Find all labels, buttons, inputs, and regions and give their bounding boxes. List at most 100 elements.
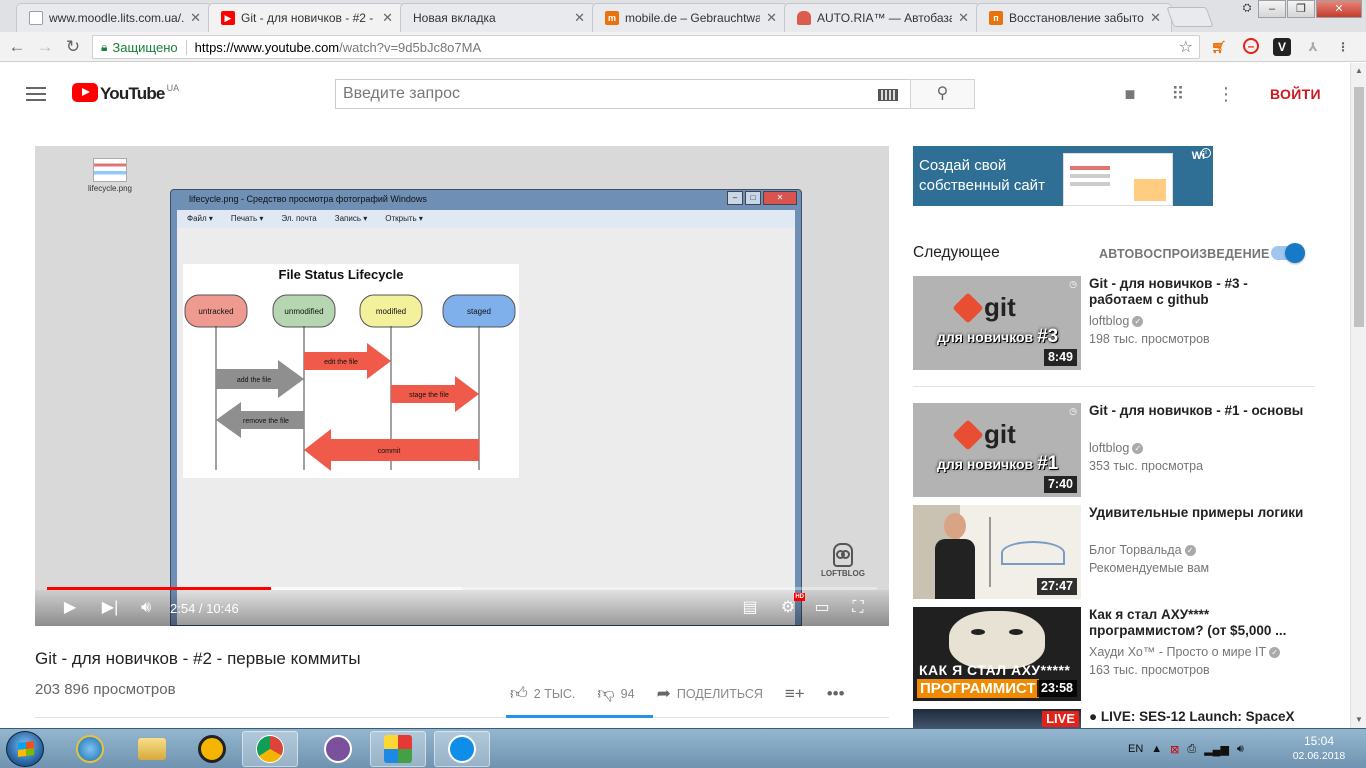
sidebar-ad[interactable]: Создай свой собственный сайт Wi i [913, 146, 1213, 206]
youtube-logo[interactable]: YouTube UA [72, 83, 179, 104]
tab-mobile-de[interactable]: m mobile.de – Gebrauchtwa ✕ [592, 3, 788, 32]
video-title[interactable]: Git - для новичков - #3 - работаем с git… [1089, 276, 1311, 308]
taskbar-teamviewer[interactable] [434, 731, 490, 767]
thumbnail-caption-text: для новичков [937, 456, 1034, 472]
video-thumbnail[interactable]: git для новичков #3 ◷ 8:49 [913, 276, 1081, 370]
close-icon[interactable]: ✕ [190, 10, 201, 26]
pdf-extension-icon[interactable]: ⅄ [1304, 38, 1322, 56]
user-icon[interactable]: ⛭ [1237, 0, 1257, 18]
autoplay-toggle[interactable] [1271, 243, 1305, 263]
new-tab-button[interactable] [1166, 7, 1214, 27]
more-actions-button[interactable]: ••• [827, 684, 845, 704]
forward-icon[interactable]: → [34, 36, 56, 58]
tab-strip: www.moodle.lits.com.ua/... ✕ ▶ Git - для… [0, 0, 1366, 32]
search-input[interactable] [336, 85, 866, 103]
theater-mode-icon[interactable]: ▭ [811, 598, 833, 618]
next-video-icon[interactable]: ▶| [99, 598, 121, 618]
like-button[interactable]: 👍︎ 2 ТЫС. [510, 683, 575, 704]
address-bar[interactable]: 🔒︎ Защищено https://www.youtube.com/watc… [92, 35, 1200, 59]
diagram-title: File Status Lifecycle [279, 267, 404, 282]
video-thumbnail[interactable]: git для новичков #1 ◷ 7:40 [913, 403, 1081, 497]
system-tray: EN ▲ ⊠ ⎙ ▂▄▆ 🔊︎ [1128, 729, 1244, 768]
keyboard-icon[interactable] [878, 89, 898, 101]
thumbnail-caption: для новичков #3 [937, 326, 1058, 348]
back-icon[interactable]: ← [6, 36, 28, 58]
page-scrollbar[interactable]: ▲ ▼ [1350, 63, 1366, 728]
video-title[interactable]: Как я стал АХУ**** программистом? (от $5… [1089, 607, 1311, 639]
minimize-button[interactable]: – [1258, 0, 1286, 18]
tab-new[interactable]: Новая вкладка ✕ [400, 3, 596, 32]
chrome-menu-icon[interactable]: ⋮ [1334, 38, 1352, 56]
signal-icon[interactable]: ▂▄▆ [1204, 743, 1229, 756]
tab-youtube[interactable]: ▶ Git - для новичков - #2 - ✕ [208, 3, 404, 32]
close-icon[interactable]: ✕ [1150, 10, 1161, 26]
close-window-button[interactable]: ✕ [1316, 0, 1362, 18]
recommended-video[interactable]: 27:47 Удивительные примеры логики Блог Т… [913, 505, 1315, 599]
play-icon[interactable]: ▶ [59, 598, 81, 618]
channel-name[interactable]: Блог Торвальда ✓ [1089, 543, 1196, 557]
taskbar-chrome[interactable] [242, 731, 298, 767]
guide-menu-icon[interactable] [26, 87, 46, 101]
channel-name[interactable]: loftblog ✓ [1089, 441, 1144, 455]
viewer-title: lifecycle.png - Средство просмотра фотог… [189, 194, 427, 204]
start-button[interactable] [6, 731, 44, 767]
tray-expand-icon[interactable]: ▲ [1151, 743, 1162, 755]
taskbar-clock[interactable]: 15:04 02.06.2018 [1284, 734, 1354, 764]
taskbar-ie[interactable] [62, 731, 118, 767]
taskbar-aimp[interactable] [184, 731, 240, 767]
tab-moodle[interactable]: www.moodle.lits.com.ua/... ✕ [16, 3, 212, 32]
scroll-up-icon[interactable]: ▲ [1351, 63, 1366, 79]
recommended-video[interactable]: LIVE ● LIVE: SES-12 Launch: SpaceX [913, 709, 1315, 728]
taskbar-avg[interactable] [370, 731, 426, 767]
close-icon[interactable]: ✕ [574, 10, 585, 26]
ad-info-icon[interactable]: i [1201, 148, 1211, 158]
close-icon[interactable]: ✕ [382, 10, 393, 26]
share-button[interactable]: ➦ ПОДЕЛИТЬСЯ [657, 684, 763, 704]
video-title[interactable]: Удивительные примеры логики [1089, 505, 1311, 521]
video-thumbnail[interactable]: КАК Я СТАЛ АХУ***** ПРОГРАММИСТ 23:58 [913, 607, 1081, 701]
apps-grid-icon[interactable]: ⠿ [1168, 84, 1188, 104]
language-indicator[interactable]: EN [1128, 743, 1143, 755]
video-title[interactable]: ● LIVE: SES-12 Launch: SpaceX [1089, 709, 1311, 725]
usb-icon[interactable]: ⎙ [1187, 743, 1196, 756]
sign-in-button[interactable]: ВОЙТИ [1270, 86, 1321, 102]
video-title[interactable]: Git - для новичков - #1 - основы [1089, 403, 1311, 419]
watch-later-icon[interactable]: ◷ [1068, 279, 1078, 289]
cart-extension-icon[interactable]: 🛒︎ [1210, 38, 1228, 56]
bookmark-star-icon[interactable]: ☆ [1179, 37, 1193, 57]
v-extension-icon[interactable]: V [1273, 38, 1291, 56]
channel-name[interactable]: Хауди Хо™ - Просто о мире IT ✓ [1089, 645, 1299, 659]
video-thumbnail[interactable]: LIVE [913, 709, 1081, 728]
taskbar-viber[interactable] [310, 731, 366, 767]
close-icon[interactable]: ✕ [766, 10, 777, 26]
search-button[interactable]: ⚲ [910, 79, 975, 109]
volume-icon[interactable]: 🔊︎ [135, 598, 157, 618]
recommended-video[interactable]: git для новичков #1 ◷ 7:40 Git - для нов… [913, 403, 1315, 497]
settings-icon[interactable]: ⚙ HD [777, 593, 805, 618]
recommended-video[interactable]: КАК Я СТАЛ АХУ***** ПРОГРАММИСТ 23:58 Ка… [913, 607, 1315, 701]
scroll-down-icon[interactable]: ▼ [1351, 712, 1366, 728]
close-icon[interactable]: ✕ [958, 10, 969, 26]
recommended-video[interactable]: git для новичков #3 ◷ 8:49 Git - для нов… [913, 276, 1315, 370]
upload-video-icon[interactable]: ■︎ [1120, 84, 1140, 104]
dislike-button[interactable]: 👎︎ 94 [597, 683, 634, 704]
volume-tray-icon[interactable]: 🔊︎ [1237, 743, 1244, 756]
video-player[interactable]: lifecycle.png lifecycle.png - Средство п… [35, 146, 889, 626]
maximize-button[interactable]: ❐ [1287, 0, 1315, 18]
tab-autoria[interactable]: AUTO.RIA™ — Автобазар ✕ [784, 3, 980, 32]
subtitles-icon[interactable]: ▤ [739, 598, 761, 618]
transition-label: edit the file [324, 359, 358, 366]
channel-name[interactable]: loftblog ✓ [1089, 314, 1144, 328]
fullscreen-icon[interactable]: ⛶ [847, 598, 869, 618]
more-options-icon[interactable]: ⋮ [1216, 84, 1236, 104]
tab-recovery[interactable]: п Восстановление забытог ✕ [976, 3, 1172, 32]
reload-icon[interactable]: ↻ [62, 36, 84, 58]
watch-later-icon[interactable]: ◷ [1068, 406, 1078, 416]
scrollbar-thumb[interactable] [1354, 87, 1364, 327]
network-blocked-icon[interactable]: ⊠ [1170, 743, 1179, 756]
taskbar-explorer[interactable] [124, 731, 180, 767]
video-thumbnail[interactable]: 27:47 [913, 505, 1081, 599]
add-to-playlist-button[interactable]: ≡+ [785, 684, 805, 704]
view-count: 353 тыс. просмотра [1089, 459, 1204, 473]
adblock-extension-icon[interactable]: – [1243, 38, 1259, 54]
